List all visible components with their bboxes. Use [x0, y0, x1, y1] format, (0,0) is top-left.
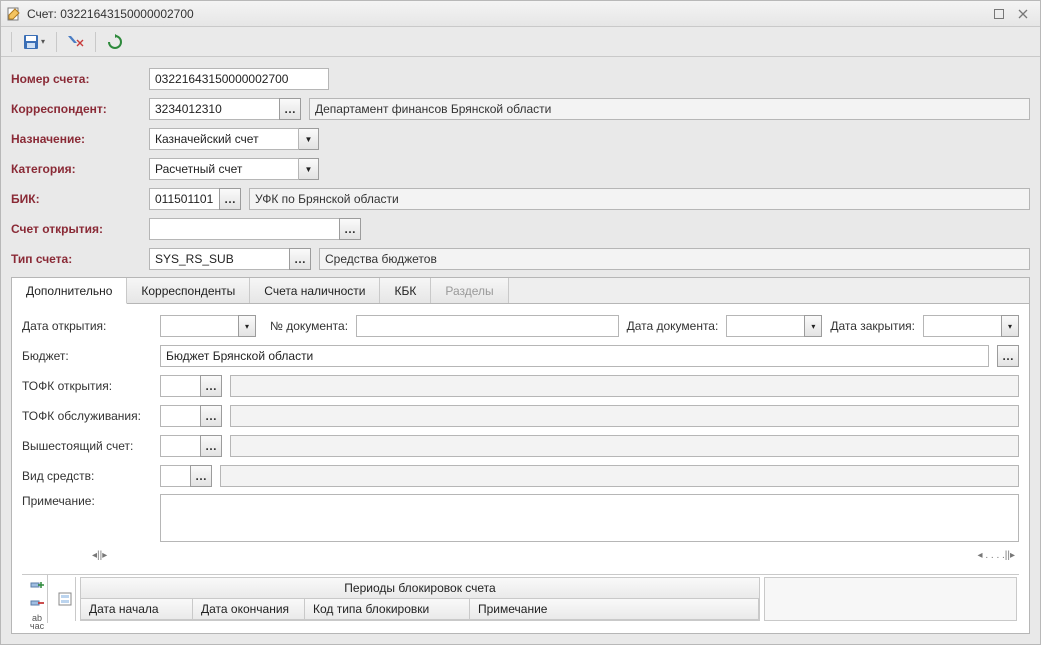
correspondent-code-input[interactable]: 3234012310: [149, 98, 279, 120]
toolbar-separator: [56, 32, 57, 52]
parent-account-lookup-button[interactable]: …: [200, 435, 222, 457]
window-title: Счет: 03221643150000002700: [27, 7, 988, 21]
tab-additional[interactable]: Дополнительно: [12, 278, 127, 304]
tab-sections[interactable]: Разделы: [431, 278, 508, 303]
dropdown-icon: ▾: [41, 37, 45, 46]
toolbar-separator: [95, 32, 96, 52]
notes-label: Примечание:: [22, 494, 152, 508]
changes-button[interactable]: аbчас: [24, 613, 50, 631]
budget-lookup-button[interactable]: …: [997, 345, 1019, 367]
scroll-indicators: ◂||▸ ◂ . . . .||▸: [22, 548, 1019, 562]
bik-lookup-button[interactable]: …: [219, 188, 241, 210]
col-block-type[interactable]: Код типа блокировки: [305, 599, 470, 619]
grid-header-row: Дата начала Дата окончания Код типа блок…: [81, 599, 759, 620]
maximize-button[interactable]: [988, 5, 1010, 23]
app-edit-icon: [7, 7, 21, 21]
tofk-open-lookup-button[interactable]: …: [200, 375, 222, 397]
close-date-label: Дата закрытия:: [830, 319, 915, 333]
clear-filter-button[interactable]: [63, 30, 89, 54]
col-notes[interactable]: Примечание: [470, 599, 759, 619]
titlebar: Счет: 03221643150000002700: [1, 1, 1040, 27]
doc-date-input[interactable]: [726, 315, 804, 337]
detail-toggle-button[interactable]: [52, 579, 78, 619]
add-row-button[interactable]: [24, 577, 50, 593]
block-periods-grid: Периоды блокировок счета Дата начала Дат…: [80, 577, 760, 621]
col-end-date[interactable]: Дата окончания: [193, 599, 305, 619]
grid-title: Периоды блокировок счета: [81, 578, 759, 599]
parent-account-name-display: [230, 435, 1019, 457]
budget-input[interactable]: Бюджет Брянской области: [160, 345, 989, 367]
account-window: Счет: 03221643150000002700 ▾ Номер счета…: [0, 0, 1041, 645]
calendar-dropdown-icon[interactable]: ▾: [238, 315, 256, 337]
open-date-label: Дата открытия:: [22, 319, 152, 333]
doc-number-input[interactable]: [356, 315, 619, 337]
tab-container: Дополнительно Корреспонденты Счета налич…: [11, 277, 1030, 634]
calendar-dropdown-icon[interactable]: ▾: [804, 315, 822, 337]
close-button[interactable]: [1012, 5, 1034, 23]
opening-account-lookup-button[interactable]: …: [339, 218, 361, 240]
parent-account-label: Вышестоящий счет:: [22, 439, 152, 453]
col-start-date[interactable]: Дата начала: [81, 599, 193, 619]
close-date-input[interactable]: [923, 315, 1001, 337]
dropdown-icon[interactable]: ▼: [299, 128, 319, 150]
block-periods-area: аbчас Периоды блокировок счета Дата нача…: [22, 574, 1019, 623]
aux-panel: [764, 577, 1017, 621]
save-button[interactable]: ▾: [18, 30, 50, 54]
tab-bar: Дополнительно Корреспонденты Счета налич…: [12, 278, 1029, 304]
tofk-service-label: ТОФК обслуживания:: [22, 409, 152, 423]
tab-kbk[interactable]: КБК: [380, 278, 431, 303]
opening-account-label: Счет открытия:: [11, 222, 141, 236]
tofk-service-name-display: [230, 405, 1019, 427]
doc-number-label: № документа:: [270, 319, 348, 333]
delete-row-button[interactable]: [24, 595, 50, 611]
tab-cash-accounts[interactable]: Счета наличности: [250, 278, 380, 303]
budget-label: Бюджет:: [22, 349, 152, 363]
notes-textarea[interactable]: [160, 494, 1019, 542]
parent-account-code-input[interactable]: [160, 435, 200, 457]
content: Номер счета: 03221643150000002700 Коррес…: [1, 57, 1040, 644]
bik-name-display: УФК по Брянской области: [249, 188, 1030, 210]
tofk-open-code-input[interactable]: [160, 375, 200, 397]
tofk-service-lookup-button[interactable]: …: [200, 405, 222, 427]
tofk-service-code-input[interactable]: [160, 405, 200, 427]
tofk-open-label: ТОФК открытия:: [22, 379, 152, 393]
purpose-label: Назначение:: [11, 132, 141, 146]
open-date-input[interactable]: [160, 315, 238, 337]
account-number-label: Номер счета:: [11, 72, 141, 86]
refresh-button[interactable]: [102, 30, 128, 54]
account-type-name-display: Средства бюджетов: [319, 248, 1030, 270]
tab-additional-body: Дата открытия: ▾ № документа: Дата докум…: [12, 304, 1029, 633]
category-select[interactable]: Расчетный счет: [149, 158, 299, 180]
purpose-select[interactable]: Казначейский счет: [149, 128, 299, 150]
funds-type-name-display: [220, 465, 1019, 487]
correspondent-lookup-button[interactable]: …: [279, 98, 301, 120]
category-label: Категория:: [11, 162, 141, 176]
account-type-label: Тип счета:: [11, 252, 141, 266]
funds-type-code-input[interactable]: [160, 465, 190, 487]
account-number-input[interactable]: 03221643150000002700: [149, 68, 329, 90]
doc-date-label: Дата документа:: [627, 319, 719, 333]
bik-label: БИК:: [11, 192, 141, 206]
correspondent-label: Корреспондент:: [11, 102, 141, 116]
correspondent-name-display: Департамент финансов Брянской области: [309, 98, 1030, 120]
tofk-open-name-display: [230, 375, 1019, 397]
toolbar-separator: [11, 32, 12, 52]
toolbar: ▾: [1, 27, 1040, 57]
account-type-code-input[interactable]: SYS_RS_SUB: [149, 248, 289, 270]
bik-code-input[interactable]: 011501101: [149, 188, 219, 210]
account-type-lookup-button[interactable]: …: [289, 248, 311, 270]
opening-account-input[interactable]: [149, 218, 339, 240]
dropdown-icon[interactable]: ▼: [299, 158, 319, 180]
tab-correspondents[interactable]: Корреспонденты: [127, 278, 250, 303]
funds-type-label: Вид средств:: [22, 469, 152, 483]
calendar-dropdown-icon[interactable]: ▾: [1001, 315, 1019, 337]
funds-type-lookup-button[interactable]: …: [190, 465, 212, 487]
